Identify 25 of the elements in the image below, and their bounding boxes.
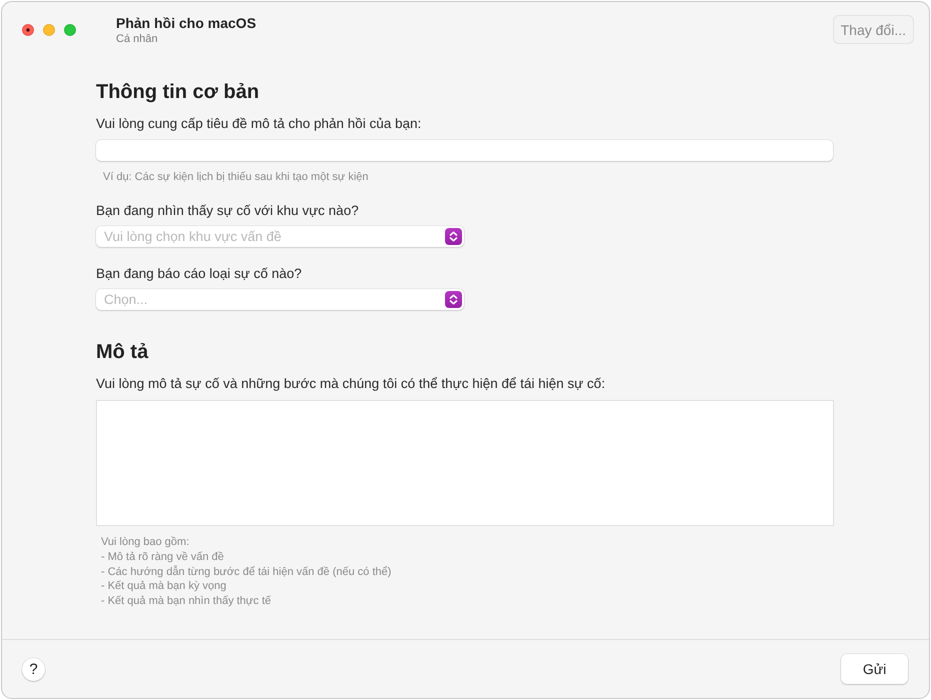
window-subtitle: Cá nhân <box>116 32 159 46</box>
field-label: Bạn đang nhìn thấy sự cố với khu vực nào? <box>96 203 360 219</box>
hint-text: Ví dụ: Các sự kiện lịch bị thiếu sau khi tạo một sự kiện <box>103 170 368 184</box>
change-button[interactable]: Thay đổi... <box>832 15 914 44</box>
stepper-icon <box>445 291 462 308</box>
minimize-icon[interactable] <box>43 24 55 36</box>
help-button[interactable]: ? <box>22 658 45 680</box>
stepper-icon <box>445 228 462 245</box>
input-field[interactable] <box>96 140 833 161</box>
submit-button[interactable]: Gửi <box>841 654 908 684</box>
hint-text: - Các hướng dẫn từng bước để tái hiện vấn đề (nếu có thể) <box>101 564 392 580</box>
hint-text: - Kết quả mà bạn kỳ vọng <box>101 579 226 594</box>
dropdown-field[interactable]: Vui lòng chọn khu vực vấn đề <box>96 226 464 247</box>
hint-text: - Kết quả mà bạn nhìn thấy thực tế <box>101 594 272 609</box>
section-heading: Mô tả <box>96 340 150 364</box>
hint-text: Vui lòng bao gồm: <box>101 535 190 550</box>
close-icon[interactable] <box>22 24 34 36</box>
fullscreen-icon[interactable] <box>64 24 76 36</box>
hint-text: - Mô tả rõ ràng về vấn đề <box>101 550 224 565</box>
section-heading: Thông tin cơ bản <box>96 80 260 104</box>
field-label: Vui lòng mô tả sự cố và những bước mà chúng tôi có thể thực hiện để tái hiện sự cố: <box>96 376 606 392</box>
field-label: Vui lòng cung cấp tiêu đề mô tả cho phản hồi của bạn: <box>96 116 422 132</box>
field-label: Bạn đang báo cáo loại sự cố nào? <box>96 266 303 282</box>
window-title: Phản hồi cho macOS <box>116 15 256 32</box>
dropdown-field[interactable]: Chọn... <box>96 289 464 310</box>
